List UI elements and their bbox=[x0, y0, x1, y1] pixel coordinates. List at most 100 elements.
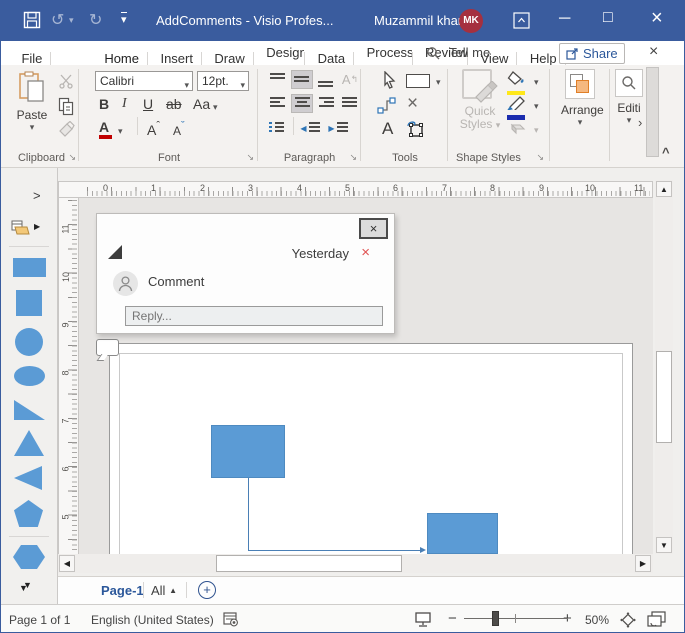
stencil-left-triangle[interactable] bbox=[14, 466, 42, 490]
undo-menu-chevron-icon[interactable]: ▾ bbox=[69, 15, 74, 26]
font-family-select[interactable]: Calibri ▾ bbox=[95, 71, 193, 91]
scroll-up-button[interactable]: ▲ bbox=[656, 181, 672, 197]
bullets-button[interactable] bbox=[267, 119, 289, 138]
scroll-down-button[interactable]: ▼ bbox=[656, 537, 672, 553]
shape-rect-1[interactable] bbox=[211, 425, 285, 478]
pointer-tool-icon[interactable] bbox=[381, 71, 398, 90]
cut-icon[interactable] bbox=[58, 73, 74, 89]
underline-button[interactable]: U bbox=[143, 96, 153, 112]
close-button[interactable]: × bbox=[651, 7, 663, 30]
connector-vertical[interactable] bbox=[248, 478, 249, 550]
stencil-right-triangle[interactable] bbox=[14, 400, 45, 420]
paragraph-dialog-launcher[interactable]: ↘ bbox=[349, 152, 357, 163]
drawing-page[interactable] bbox=[109, 343, 633, 554]
maximize-button[interactable]: □ bbox=[603, 9, 613, 27]
rectangle-tool-button[interactable] bbox=[406, 74, 430, 88]
redo-button[interactable]: ↻ bbox=[89, 10, 102, 30]
stencil-pentagon[interactable] bbox=[14, 500, 43, 527]
font-dialog-launcher[interactable]: ↘ bbox=[246, 152, 254, 163]
connection-point-tool-icon[interactable]: × bbox=[407, 93, 418, 115]
undo-button[interactable]: ↺ bbox=[51, 10, 64, 30]
paste-button[interactable]: Paste ▾ bbox=[15, 71, 49, 133]
reply-input[interactable] bbox=[125, 306, 383, 326]
page-all-button[interactable]: All ▲ bbox=[151, 583, 177, 598]
collapse-ribbon-button[interactable]: ^ bbox=[662, 145, 670, 160]
stencil-expand-icon[interactable]: ▶ bbox=[34, 222, 40, 231]
pages-menu-icon[interactable]: ▼ bbox=[19, 583, 28, 593]
change-case-button[interactable]: Aa bbox=[193, 96, 210, 112]
vertical-scroll-thumb[interactable] bbox=[656, 351, 672, 443]
page-tab-current[interactable]: Page-1 bbox=[101, 583, 144, 598]
comment-resize-triangle[interactable] bbox=[108, 245, 122, 259]
italic-button[interactable]: I bbox=[122, 96, 127, 112]
increase-indent-button[interactable]: ▶ bbox=[327, 119, 349, 138]
font-color-button[interactable]: A bbox=[99, 119, 112, 139]
decrease-indent-button[interactable]: ◀ bbox=[299, 119, 321, 138]
ribbon-scrollbar[interactable] bbox=[646, 67, 659, 157]
ribbon-display-options-icon[interactable] bbox=[513, 12, 530, 29]
shape-rect-2[interactable] bbox=[427, 513, 498, 554]
user-avatar[interactable]: MK bbox=[459, 9, 483, 33]
effects-icon[interactable] bbox=[507, 121, 526, 135]
minimize-button[interactable]: ─ bbox=[559, 10, 570, 28]
zoom-out-button[interactable]: − bbox=[448, 610, 457, 627]
zoom-slider-thumb[interactable] bbox=[492, 611, 499, 626]
status-page-count[interactable]: Page 1 of 1 bbox=[9, 613, 70, 627]
quick-styles-button[interactable]: Quick Styles ▾ bbox=[458, 69, 502, 132]
shape-styles-dialog-launcher[interactable]: ↘ bbox=[536, 152, 544, 163]
strikethrough-button[interactable]: ab bbox=[166, 96, 182, 112]
fill-chevron-icon[interactable]: ▾ bbox=[534, 77, 539, 88]
align-left-button[interactable] bbox=[267, 94, 289, 113]
justify-button[interactable] bbox=[339, 94, 361, 113]
popup-close-button[interactable]: × bbox=[359, 218, 388, 239]
switch-windows-icon[interactable] bbox=[647, 611, 666, 628]
align-top-button[interactable] bbox=[267, 70, 289, 89]
fit-page-to-window-icon[interactable] bbox=[619, 611, 637, 629]
qat-customize-button[interactable]: ▾ bbox=[121, 12, 127, 27]
document-close-button[interactable]: × bbox=[649, 43, 658, 61]
zoom-slider-track[interactable] bbox=[464, 618, 568, 619]
grow-font-button[interactable]: Aˆ bbox=[147, 120, 160, 138]
stencil-triangle[interactable] bbox=[14, 430, 44, 456]
connector-horizontal[interactable] bbox=[248, 550, 420, 551]
ribbon-scroll-right-button[interactable]: › bbox=[638, 115, 642, 130]
align-right-button[interactable] bbox=[315, 94, 337, 113]
clipboard-dialog-launcher[interactable]: ↘ bbox=[68, 152, 76, 163]
stencil-hexagon[interactable] bbox=[13, 544, 45, 570]
stencil-ellipse[interactable] bbox=[14, 366, 45, 386]
tell-me-button[interactable]: Tell me bbox=[449, 45, 490, 60]
copy-icon[interactable] bbox=[58, 97, 75, 116]
align-center-button[interactable] bbox=[291, 94, 313, 113]
scroll-left-button[interactable]: ◀ bbox=[59, 555, 75, 572]
text-direction-button[interactable]: A↰ bbox=[339, 70, 361, 89]
expand-shapes-icon[interactable]: > bbox=[33, 188, 41, 203]
bold-button[interactable]: B bbox=[99, 96, 109, 112]
rectangle-tool-chevron-icon[interactable]: ▾ bbox=[436, 77, 441, 88]
align-middle-button[interactable] bbox=[291, 70, 313, 89]
zoom-level[interactable]: 50% bbox=[585, 613, 609, 627]
new-page-button[interactable]: + bbox=[198, 581, 216, 599]
presentation-mode-icon[interactable] bbox=[414, 612, 432, 628]
tab-process[interactable]: Process bbox=[359, 41, 412, 63]
comment-delete-button[interactable]: × bbox=[361, 244, 370, 261]
line-chevron-icon[interactable]: ▾ bbox=[534, 101, 539, 112]
align-bottom-button[interactable] bbox=[315, 70, 337, 89]
shrink-font-button[interactable]: Aˇ bbox=[173, 120, 185, 138]
comment-indicator[interactable] bbox=[96, 339, 119, 356]
macro-record-icon[interactable] bbox=[223, 611, 239, 627]
scroll-right-button[interactable]: ▶ bbox=[635, 555, 651, 572]
horizontal-scroll-thumb[interactable] bbox=[216, 555, 402, 572]
save-icon[interactable] bbox=[23, 11, 41, 29]
text-tool-button[interactable]: A bbox=[382, 119, 393, 139]
pointer-switch-icon[interactable] bbox=[406, 120, 426, 138]
font-size-select[interactable]: 12pt. ▾ bbox=[197, 71, 249, 91]
search-icon[interactable] bbox=[426, 46, 441, 61]
fill-button[interactable] bbox=[507, 71, 527, 95]
stencil-icon[interactable] bbox=[11, 220, 31, 236]
line-button[interactable] bbox=[507, 95, 527, 120]
stencil-circle[interactable] bbox=[15, 328, 43, 356]
format-painter-icon[interactable] bbox=[58, 121, 75, 137]
tab-design[interactable]: Design bbox=[258, 41, 304, 63]
arrange-button[interactable]: Arrange ▾ bbox=[561, 69, 599, 128]
stencil-square[interactable] bbox=[16, 290, 42, 316]
